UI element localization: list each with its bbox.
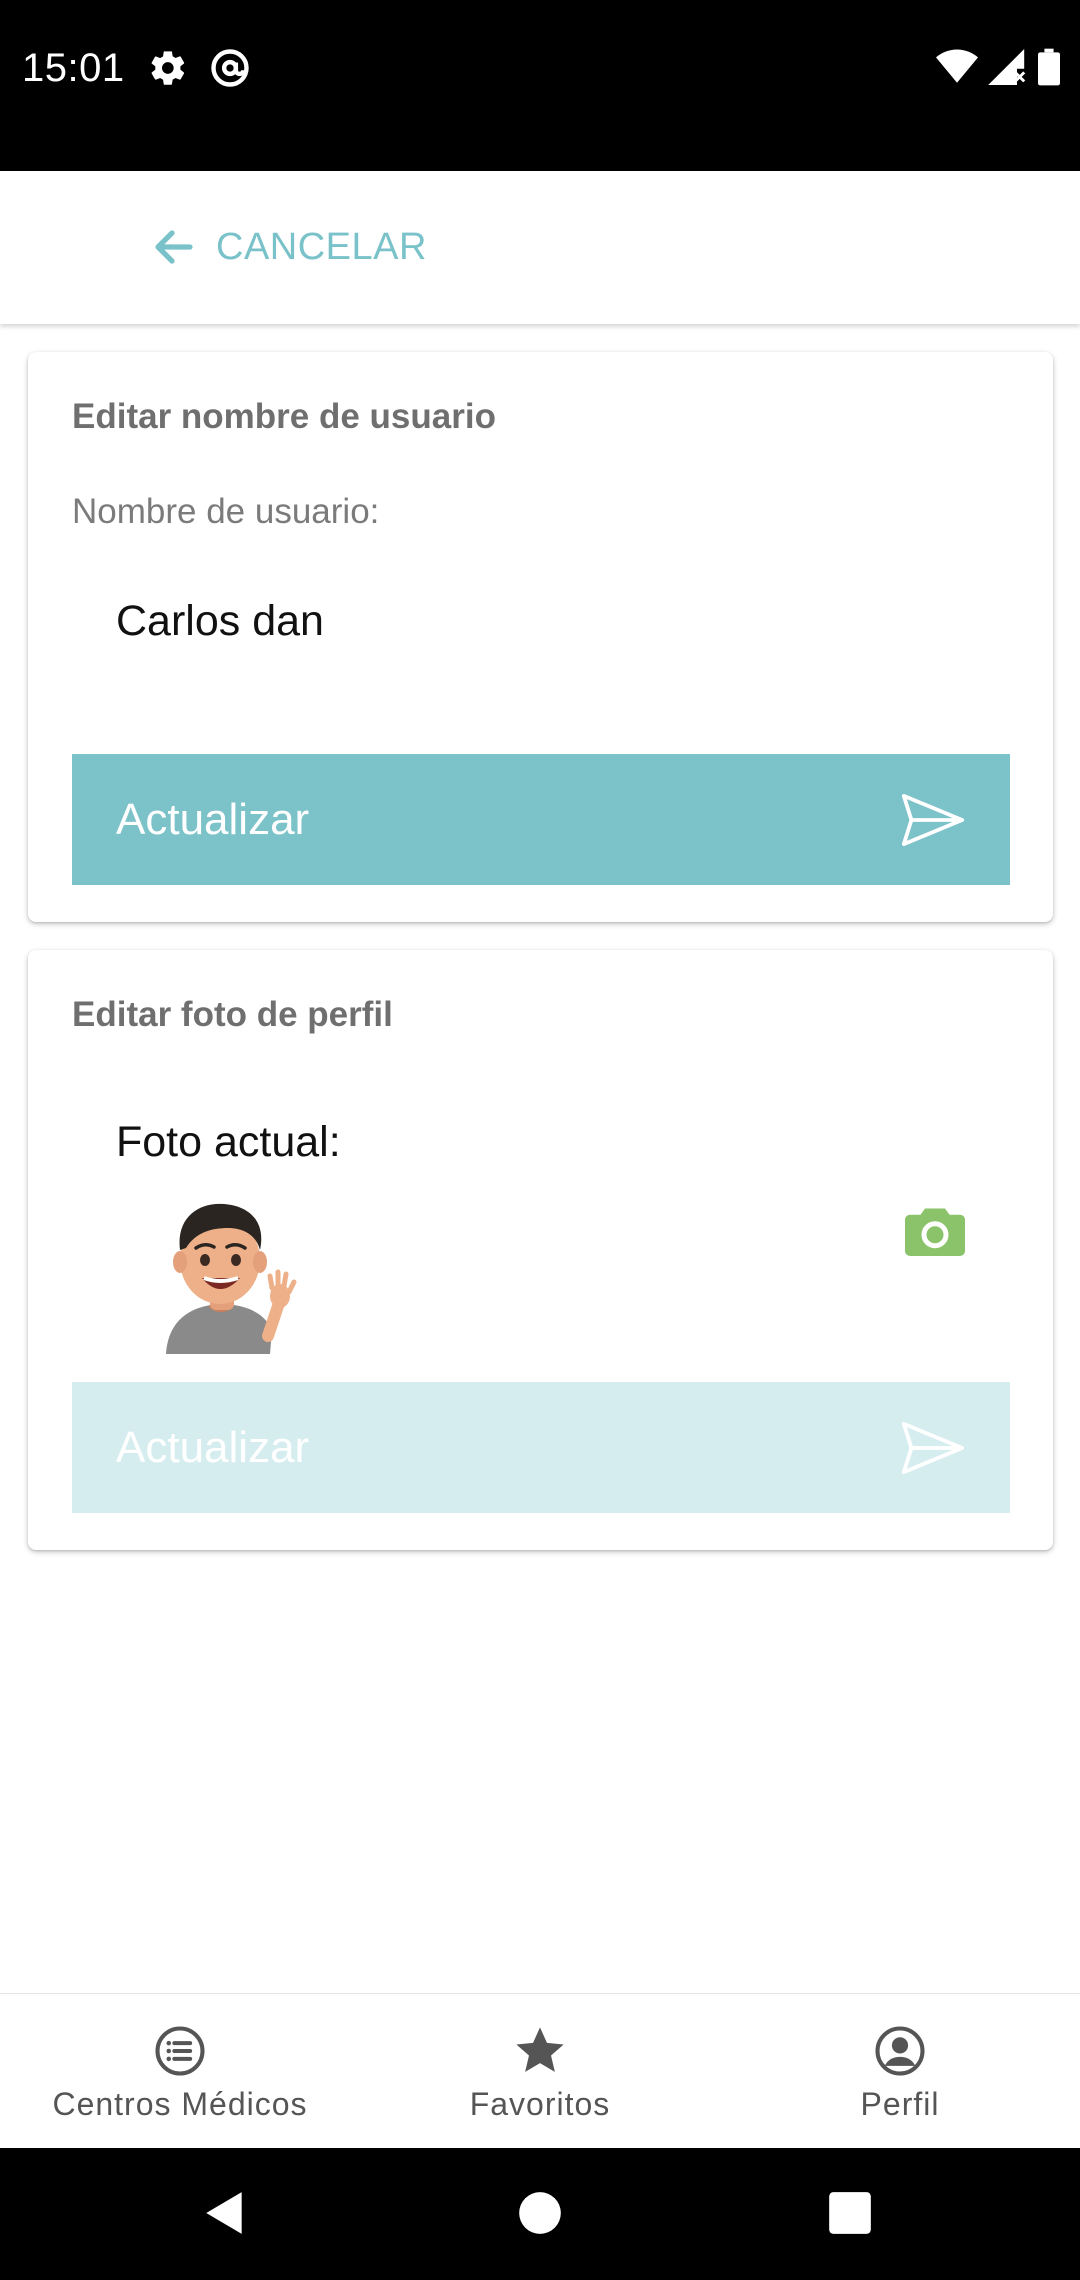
home-circle-icon[interactable] <box>515 2188 565 2238</box>
nav-item-perfil[interactable]: Perfil <box>720 1994 1080 2148</box>
avatar <box>166 1203 297 1354</box>
bottom-navigation: Centros Médicos Favoritos Perfil <box>0 1993 1080 2148</box>
nav-item-centros-medicos[interactable]: Centros Médicos <box>0 1994 360 2148</box>
battery-icon <box>1038 48 1060 86</box>
at-sign-icon <box>211 49 249 87</box>
settings-gear-icon <box>151 51 185 85</box>
send-icon <box>901 793 965 846</box>
username-input[interactable] <box>116 597 916 646</box>
card-title: Editar nombre de usuario <box>72 397 496 436</box>
account-circle-icon <box>875 2026 925 2076</box>
card-title: Editar foto de perfil <box>72 995 393 1034</box>
cancel-button[interactable]: CANCELAR <box>148 223 427 271</box>
back-triangle-icon[interactable] <box>200 2188 250 2238</box>
star-icon <box>516 2027 564 2072</box>
status-indicators <box>936 48 1060 86</box>
status-bar: 15:01 <box>0 0 1080 171</box>
recents-square-icon[interactable] <box>825 2188 875 2238</box>
arrow-back-icon <box>155 230 193 264</box>
wifi-icon <box>936 49 978 83</box>
send-icon <box>901 1421 965 1474</box>
update-button-label: Actualizar <box>116 794 310 844</box>
nav-item-favoritos[interactable]: Favoritos <box>360 1994 720 2148</box>
update-button-label: Actualizar <box>116 1422 310 1472</box>
update-photo-button[interactable]: Actualizar <box>72 1382 1010 1513</box>
cell-signal-icon <box>988 49 1026 85</box>
username-field-label: Nombre de usuario: <box>72 492 380 531</box>
camera-icon[interactable] <box>905 1206 965 1256</box>
cancel-label: CANCELAR <box>216 225 427 268</box>
current-photo-label: Foto actual: <box>116 1118 341 1166</box>
status-time: 15:01 <box>22 46 125 90</box>
system-navigation-bar <box>0 2148 1080 2280</box>
edit-username-card: Editar nombre de usuario Nombre de usuar… <box>28 352 1053 922</box>
update-username-button[interactable]: Actualizar <box>72 754 1010 885</box>
app-header: CANCELAR <box>0 171 1080 324</box>
nav-label: Centros Médicos <box>52 2086 308 2122</box>
nav-label: Favoritos <box>469 2086 611 2122</box>
nav-label: Perfil <box>860 2086 940 2122</box>
list-icon <box>155 2026 205 2076</box>
edit-photo-card: Editar foto de perfil Foto actual: Actua… <box>28 950 1053 1550</box>
